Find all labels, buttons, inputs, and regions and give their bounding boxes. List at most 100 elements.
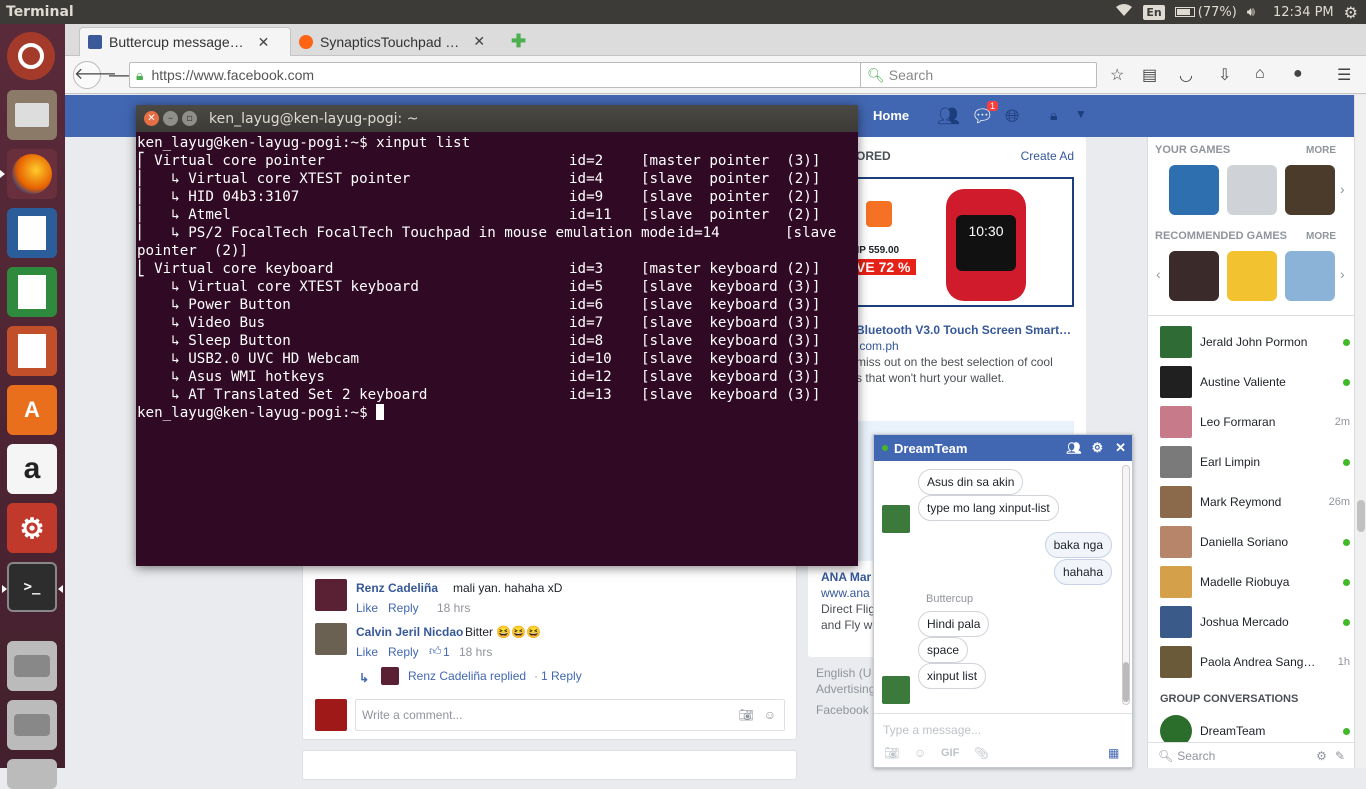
software-center-icon[interactable]: A xyxy=(7,385,57,435)
terminal-titlebar[interactable]: ✕ – ▫ ken_layug@ken-layug-pogi: ~ xyxy=(136,105,858,132)
chat-attach-icon[interactable]: 📎︎ xyxy=(974,746,989,760)
add-people-icon[interactable]: 👥︎ xyxy=(1066,441,1081,455)
home-link[interactable]: Home xyxy=(873,108,909,123)
settings-gear-icon[interactable]: ⚙ xyxy=(1316,749,1327,763)
received-message-bubble[interactable]: type mo lang xinput-list xyxy=(918,495,1059,521)
close-window-icon[interactable]: ✕ xyxy=(144,111,159,126)
wifi-icon[interactable] xyxy=(1115,3,1133,21)
received-message-bubble[interactable]: Hindi pala xyxy=(918,611,990,637)
footer-advertising[interactable]: Advertising xyxy=(816,682,875,696)
games-next-chevron-icon[interactable]: › xyxy=(1340,181,1345,197)
chat-window[interactable]: DreamTeam 👥︎ ⚙ ✕ Asus din sa akin type mo… xyxy=(873,434,1133,768)
tab-close-icon[interactable]: ✕ xyxy=(258,34,270,51)
footer-facebook[interactable]: Facebook xyxy=(816,703,869,717)
sidebar-friend-item[interactable]: Earl Limpin xyxy=(1160,446,1350,478)
chat-icon[interactable]: ● xyxy=(1293,65,1303,83)
volume-icon[interactable]: 🔊︎ xyxy=(1247,5,1255,20)
clock[interactable]: 12:34 PM xyxy=(1273,5,1334,20)
ubuntu-dash-icon[interactable] xyxy=(7,32,55,80)
pocket-icon[interactable]: ◡ xyxy=(1179,65,1193,85)
tab-close-icon[interactable]: ✕ xyxy=(473,33,485,50)
ana-ad-title[interactable]: ANA Mar xyxy=(821,570,871,584)
page-scrollbar[interactable] xyxy=(1354,95,1366,768)
search-bar[interactable]: 🔍︎ Search xyxy=(860,62,1097,88)
maximize-window-icon[interactable]: ▫ xyxy=(182,111,197,126)
sidebar-friend-item[interactable]: Mark Reymond 26m xyxy=(1160,486,1350,518)
comment-input[interactable]: Write a comment... 📷︎ ☺ xyxy=(355,699,785,731)
sidebar-friend-item[interactable]: Madelle Riobuya xyxy=(1160,566,1350,598)
your-games-more[interactable]: MORE xyxy=(1306,145,1336,156)
disk-icon-3[interactable] xyxy=(7,759,57,789)
new-tab-button[interactable]: ✚ xyxy=(503,27,534,56)
notifications-globe-icon[interactable]: 🌐︎ xyxy=(1005,106,1019,127)
recommended-more[interactable]: MORE xyxy=(1306,231,1336,242)
chat-participant-avatar[interactable] xyxy=(882,676,910,704)
chat-input[interactable]: Type a message... 📷︎ ☺ GIF 📎︎ ▦ xyxy=(874,713,1132,769)
bookmark-star-icon[interactable]: ☆ xyxy=(1110,65,1124,85)
avatar[interactable] xyxy=(315,579,347,611)
chat-scrollbar-thumb[interactable] xyxy=(1123,662,1129,702)
games-prev-chevron-icon[interactable]: ‹ xyxy=(1156,266,1161,282)
chat-camera-icon[interactable]: 📷︎ xyxy=(884,746,899,760)
avatar[interactable] xyxy=(315,623,347,655)
replies-count-link[interactable]: 1 Reply xyxy=(541,669,582,683)
chat-title[interactable]: DreamTeam xyxy=(894,441,967,456)
disk-icon-2[interactable] xyxy=(7,700,57,750)
privacy-icon[interactable]: 🔒︎ xyxy=(1050,107,1057,124)
received-message-bubble[interactable]: xinput list xyxy=(918,663,987,689)
camera-icon[interactable]: 📷︎ xyxy=(739,708,754,722)
sidebar-friend-item[interactable]: Daniella Soriano xyxy=(1160,526,1350,558)
sidebar-friend-item[interactable]: Paola Andrea Sang… 1h xyxy=(1160,646,1350,678)
minimize-window-icon[interactable]: – xyxy=(163,111,178,126)
libreoffice-calc-icon[interactable] xyxy=(7,267,57,317)
sidebar-friend-item[interactable]: Austine Valiente xyxy=(1160,366,1350,398)
account-chevron-down-icon[interactable]: ▼ xyxy=(1075,107,1087,121)
back-icon[interactable]: 🡐 xyxy=(73,61,117,89)
received-message-bubble[interactable]: space xyxy=(918,637,969,663)
ad-site[interactable]: .com.ph xyxy=(856,339,899,353)
libreoffice-impress-icon[interactable] xyxy=(7,326,57,376)
like-link[interactable]: Like xyxy=(356,645,378,659)
chat-scrollbar[interactable] xyxy=(1122,465,1130,705)
download-icon[interactable]: ⇩ xyxy=(1218,65,1231,85)
terminal-window[interactable]: ✕ – ▫ ken_layug@ken-layug-pogi: ~ ken_la… xyxy=(136,105,858,566)
game-wheel-icon[interactable] xyxy=(1227,251,1277,301)
terminal-output[interactable]: ken_layug@ken-layug-pogi:~$ xinput list ⎡… xyxy=(136,132,858,422)
keyboard-layout-indicator[interactable]: En xyxy=(1143,4,1165,20)
game-fantasy-icon[interactable] xyxy=(1285,251,1335,301)
game-skull-icon[interactable] xyxy=(1169,251,1219,301)
like-count[interactable]: 1 xyxy=(443,645,450,659)
sidebar-friend-item[interactable]: Leo Formaran 2m xyxy=(1160,406,1350,438)
emoji-icon[interactable]: ☺ xyxy=(764,708,776,722)
reply-link[interactable]: Reply xyxy=(388,601,419,615)
game-monster-legends-icon[interactable] xyxy=(1169,165,1219,215)
recommended-next-chevron-icon[interactable]: › xyxy=(1340,266,1345,282)
sidebar-friend-item[interactable]: Joshua Mercado xyxy=(1160,606,1350,638)
replied-link[interactable]: Renz Cadeliña replied xyxy=(408,669,526,683)
sidebar-search[interactable]: 🔍︎ Search ⚙ ✎ xyxy=(1148,742,1355,768)
received-message-bubble[interactable]: Asus din sa akin xyxy=(918,469,1024,495)
chat-participant-avatar[interactable] xyxy=(882,505,910,533)
firefox-icon[interactable] xyxy=(0,149,57,199)
tab-facebook[interactable]: Buttercup message… ✕ xyxy=(79,27,291,56)
home-icon[interactable]: ⌂ xyxy=(1255,65,1265,83)
new-message-icon[interactable]: ✎ xyxy=(1335,749,1345,763)
ana-ad-site[interactable]: www.ana xyxy=(821,586,870,600)
chat-settings-gear-icon[interactable]: ⚙ xyxy=(1091,440,1103,456)
ad-title[interactable]: Bluetooth V3.0 Touch Screen Smart… xyxy=(856,323,1071,337)
sent-message-bubble[interactable]: baka nga xyxy=(1044,532,1112,558)
like-link[interactable]: Like xyxy=(356,601,378,615)
commenter-name[interactable]: Calvin Jeril Nicdao xyxy=(356,625,463,639)
friend-requests-icon[interactable]: 👥︎ xyxy=(937,106,960,127)
chat-sticker-icon[interactable]: ▦ xyxy=(1108,746,1119,760)
scrollbar-thumb[interactable] xyxy=(1357,500,1365,532)
chat-emoji-icon[interactable]: ☺ xyxy=(914,746,926,760)
system-settings-icon[interactable]: ⚙ xyxy=(7,503,57,553)
amazon-icon[interactable]: a xyxy=(7,444,57,494)
terminal-icon[interactable]: >_ xyxy=(2,562,63,612)
disk-icon[interactable] xyxy=(7,641,57,691)
libreoffice-writer-icon[interactable] xyxy=(7,208,57,258)
files-icon[interactable] xyxy=(7,90,57,140)
reading-list-icon[interactable]: ▤ xyxy=(1142,65,1157,85)
tab-synaptics[interactable]: SynapticsTouchpad … ✕ xyxy=(291,27,497,56)
